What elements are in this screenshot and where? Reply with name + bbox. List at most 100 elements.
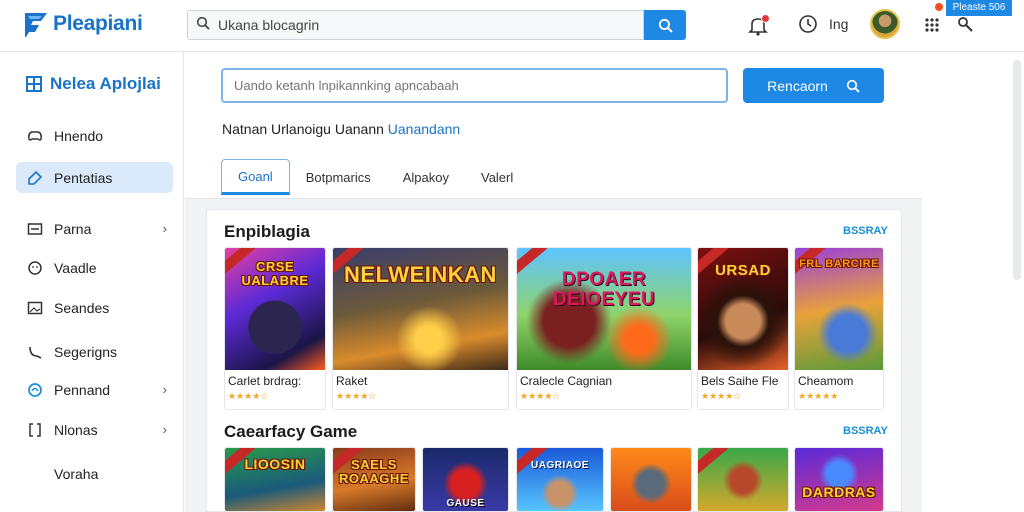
game-card[interactable]: GAUSE <box>422 447 509 512</box>
game-art-title: CRSE UALABRE <box>241 259 309 288</box>
brand-logo-icon <box>25 13 47 37</box>
leaf-icon <box>26 343 44 361</box>
sidebar-item-label: Voraha <box>54 465 99 482</box>
scrollbar[interactable] <box>1013 60 1021 280</box>
game-card[interactable]: SAELS ROAAGHE <box>332 447 416 512</box>
sidebar-title-label: Nelea Aplojlai <box>50 74 161 93</box>
game-art-title: URSAD <box>715 262 771 279</box>
game-name: Cralecle Cagnian <box>520 374 613 388</box>
game-card[interactable]: UAGRIAOE <box>516 447 604 512</box>
sidebar-item-label: Pennand <box>54 381 111 398</box>
game-card[interactable]: URSAD Bels Saihe Fle ★★★★☆ <box>697 247 789 410</box>
smile-icon <box>26 259 44 277</box>
game-art-image: GAUSE <box>423 448 508 511</box>
game-card[interactable]: FRL BARCIRE Cheamom ★★★★★ <box>794 247 884 410</box>
building-icon <box>26 76 42 92</box>
tab-botpmarics[interactable]: Botpmarics <box>290 159 387 195</box>
game-art-title: UAGRIAOE <box>531 460 589 471</box>
section-title: Enpiblagia <box>224 222 310 241</box>
main-search-field[interactable] <box>221 68 728 103</box>
tab-goanl[interactable]: Goanl <box>221 159 290 195</box>
result-summary-link[interactable]: Uanandann <box>388 121 460 137</box>
sidebar-item-label: Hnendo <box>54 127 104 144</box>
game-art-title: LIOOSIN <box>244 456 306 472</box>
tab-bar: Goanl Botpmarics Alpakoy Valerl <box>221 159 529 195</box>
game-art-title: DPOAER DEIOEYEU <box>552 269 656 310</box>
sidebar-item-seandes[interactable]: Seandes <box>16 292 173 323</box>
top-search-button[interactable] <box>644 10 686 40</box>
chevron-right-icon: › <box>162 221 167 236</box>
gamepad-icon <box>26 127 44 145</box>
game-art-title: DARDRAS <box>802 484 876 500</box>
main-search-input[interactable] <box>223 70 726 101</box>
result-summary: Natnan Urlanoigu Uanann Uanandann <box>222 121 460 137</box>
game-name: Raket <box>336 374 368 388</box>
game-card[interactable]: LIOOSIN <box>224 447 326 512</box>
game-art-image: LIOOSIN <box>225 448 325 511</box>
tab-valerl[interactable]: Valerl <box>465 159 529 195</box>
section-view-all-link[interactable]: BSSRAY <box>843 225 888 237</box>
game-card[interactable] <box>610 447 692 512</box>
tools-icon[interactable] <box>957 16 973 32</box>
sidebar-item-label: Parna <box>54 220 92 237</box>
sidebar-item-label: Pentatias <box>54 169 113 186</box>
game-art-image: SAELS ROAAGHE <box>333 448 415 511</box>
game-name: Carlet brdrag: <box>228 374 302 388</box>
language-label[interactable]: Ing <box>829 16 848 32</box>
sidebar-item-label: Seandes <box>54 299 110 316</box>
game-card[interactable]: DARDRAS <box>794 447 884 512</box>
top-search-input[interactable] <box>218 17 618 33</box>
sidebar-item-hnendo[interactable]: Hnendo <box>16 120 173 151</box>
top-bar: Pleapiani Ing Pleaste 506 <box>0 0 1024 52</box>
game-art-title: NELWEINKAN <box>344 262 497 287</box>
game-art-image: NELWEINKAN <box>333 248 508 370</box>
game-card[interactable] <box>697 447 789 512</box>
sidebar-item-label: Vaadle <box>54 259 97 276</box>
search-icon <box>188 16 218 35</box>
avatar[interactable] <box>870 9 900 39</box>
apps-grid-icon[interactable] <box>924 17 940 33</box>
rating-stars: ★★★★☆ <box>336 391 377 401</box>
tag-icon <box>26 169 44 187</box>
game-art-title: SAELS ROAAGHE <box>339 457 409 486</box>
game-name: Cheamom <box>798 374 854 388</box>
sidebar-title[interactable]: Nelea Aplojlai <box>24 74 161 94</box>
game-art-image <box>611 448 691 511</box>
language-icon[interactable] <box>798 14 818 34</box>
game-art-title: GAUSE <box>446 498 485 509</box>
section-view-all-link[interactable]: BSSRAY <box>843 425 888 437</box>
sidebar-item-pennand[interactable]: Pennand › <box>16 374 173 405</box>
game-art-image <box>698 448 788 511</box>
sidebar-item-voraha[interactable]: Voraha <box>16 458 173 489</box>
sidebar-item-nlonas[interactable]: Nlonas › <box>16 414 173 445</box>
game-art-image: DPOAER DEIOEYEU <box>517 248 691 370</box>
section-title: Caearfacy Game <box>224 422 358 441</box>
search-icon <box>658 18 673 33</box>
sidebar: Nelea Aplojlai Hnendo Pentatias Parna › … <box>0 52 184 512</box>
game-art-image: CRSE UALABRE <box>225 248 325 370</box>
tab-alpakoy[interactable]: Alpakoy <box>387 159 465 195</box>
game-card[interactable]: DPOAER DEIOEYEU Cralecle Cagnian ★★★★☆ <box>516 247 692 410</box>
chevron-right-icon: › <box>162 422 167 437</box>
sidebar-item-vaadle[interactable]: Vaadle <box>16 252 173 283</box>
sidebar-item-parna[interactable]: Parna › <box>16 213 173 244</box>
globe-icon <box>26 381 44 399</box>
sidebar-item-segerigns[interactable]: Segerigns <box>16 336 173 367</box>
rating-stars: ★★★★★ <box>798 391 839 401</box>
sidebar-item-spacer <box>26 465 44 483</box>
rating-stars: ★★★★☆ <box>228 391 269 401</box>
game-art-image: URSAD <box>698 248 788 370</box>
notification-dot <box>761 14 770 23</box>
result-summary-text: Natnan Urlanoigu Uanann <box>222 121 388 137</box>
status-badge[interactable]: Pleaste 506 <box>946 0 1012 16</box>
sidebar-item-pentatias[interactable]: Pentatias <box>16 162 173 193</box>
main-search-button[interactable]: Rencaorn <box>743 68 884 103</box>
game-art-image: FRL BARCIRE <box>795 248 883 370</box>
game-art-image: UAGRIAOE <box>517 448 603 511</box>
sidebar-item-label: Segerigns <box>54 343 118 360</box>
sidebar-item-label: Nlonas <box>54 421 98 438</box>
game-name: Bels Saihe Fle <box>701 374 779 388</box>
game-card[interactable]: NELWEINKAN Raket ★★★★☆ <box>332 247 509 410</box>
game-card[interactable]: CRSE UALABRE Carlet brdrag: ★★★★☆ <box>224 247 326 410</box>
brand-logo[interactable]: Pleapiani <box>22 10 143 38</box>
